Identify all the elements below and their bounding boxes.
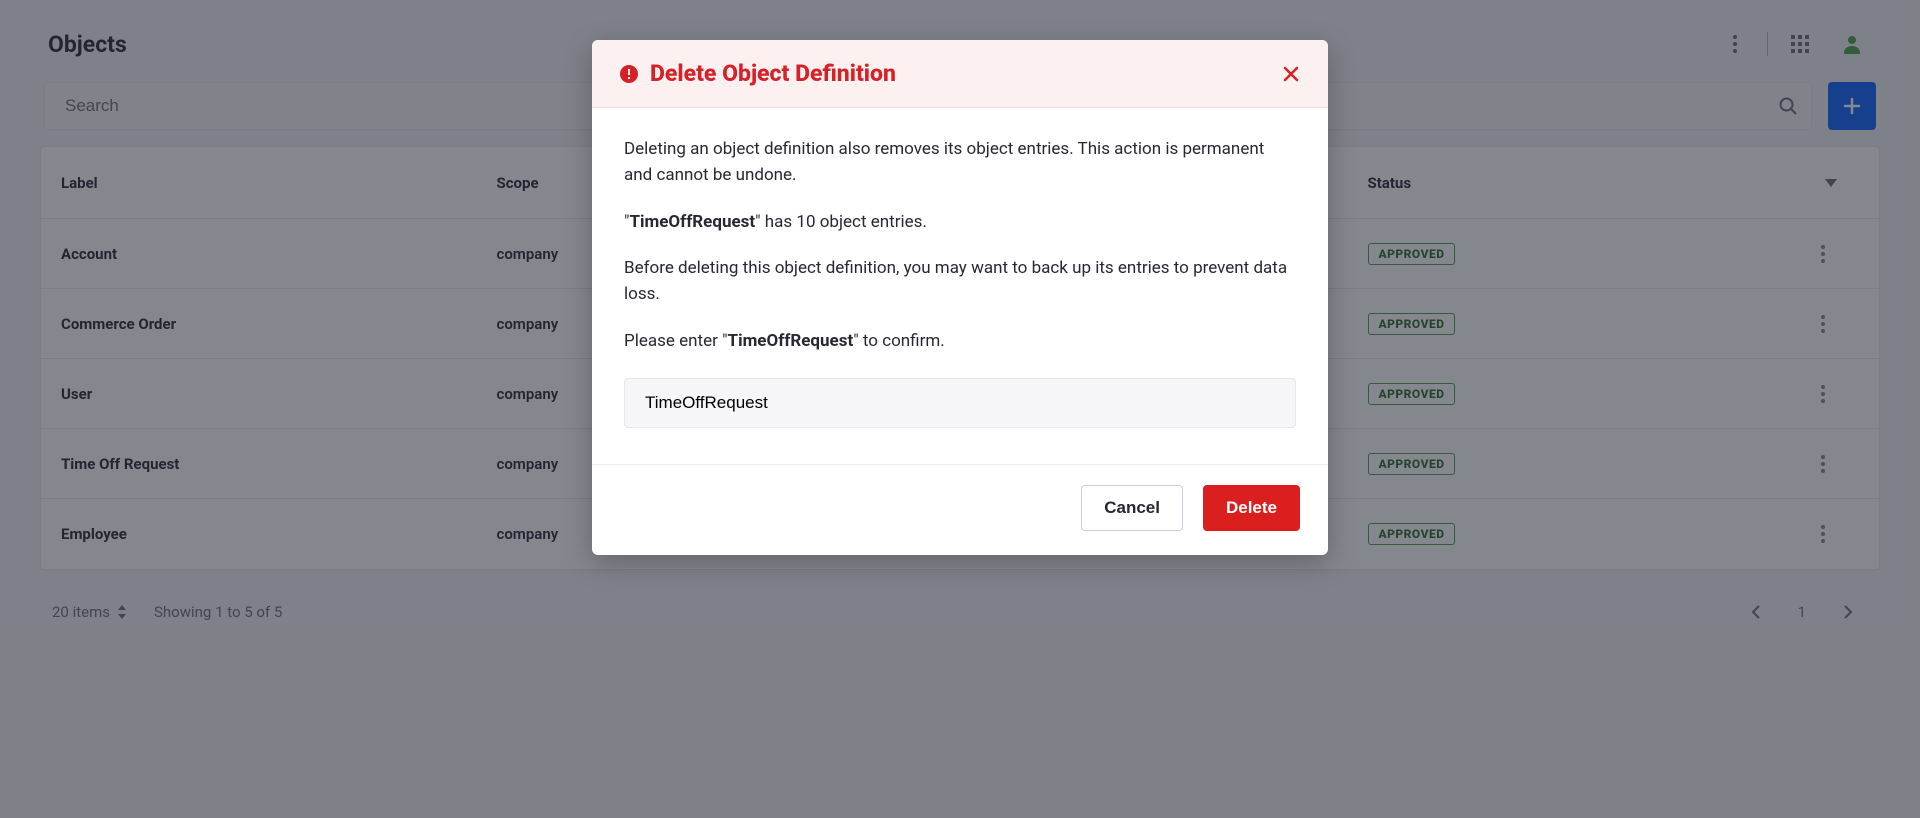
confirm-input[interactable] [624, 378, 1296, 428]
delete-button[interactable]: Delete [1203, 485, 1300, 531]
warning-icon [620, 65, 638, 83]
modal-warning-text: Deleting an object definition also remov… [624, 136, 1296, 189]
modal-title: Delete Object Definition [650, 60, 896, 87]
cancel-button[interactable]: Cancel [1081, 485, 1183, 531]
modal-entries-text: "TimeOffRequest" has 10 object entries. [624, 209, 1296, 235]
modal-overlay[interactable]: Delete Object Definition Deleting an obj… [0, 0, 1920, 818]
modal-backup-text: Before deleting this object definition, … [624, 255, 1296, 308]
delete-modal: Delete Object Definition Deleting an obj… [592, 40, 1328, 555]
modal-confirm-instruction: Please enter "TimeOffRequest" to confirm… [624, 328, 1296, 354]
modal-footer: Cancel Delete [592, 464, 1328, 555]
modal-header: Delete Object Definition [592, 40, 1328, 108]
modal-body: Deleting an object definition also remov… [592, 108, 1328, 464]
close-icon[interactable] [1282, 65, 1300, 83]
